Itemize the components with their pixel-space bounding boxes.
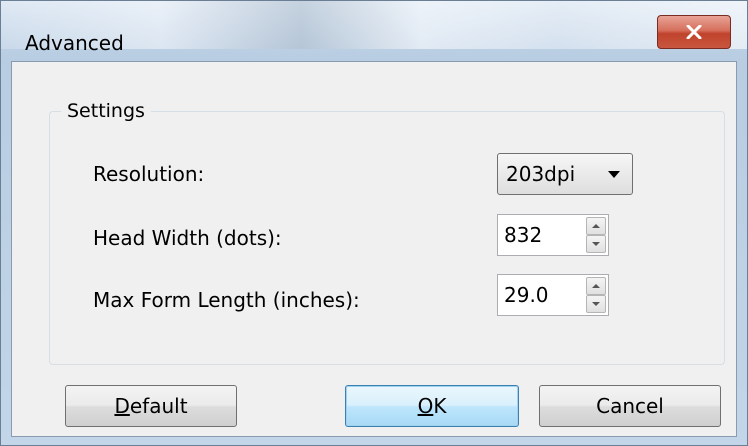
arrow-up-icon	[592, 224, 600, 228]
chevron-down-icon	[608, 171, 620, 178]
resolution-select[interactable]: 203dpi	[497, 153, 633, 195]
head-width-value: 832	[504, 223, 543, 247]
head-width-increment-button[interactable]	[586, 217, 606, 235]
max-form-length-input[interactable]: 29.0	[497, 274, 609, 316]
cancel-button[interactable]: Cancel	[539, 385, 721, 427]
window-title: Advanced	[25, 31, 124, 55]
close-x-icon	[686, 25, 702, 39]
default-button-label: Default	[114, 394, 187, 418]
max-form-length-label: Max Form Length (inches):	[93, 288, 360, 312]
head-width-decrement-button[interactable]	[586, 235, 606, 253]
ok-button-label: OK	[418, 394, 447, 418]
default-button[interactable]: Default	[65, 385, 237, 427]
ok-button-label-rest: K	[433, 394, 447, 418]
ok-button-mnemonic: O	[417, 394, 434, 418]
arrow-down-icon	[592, 242, 600, 246]
head-width-input[interactable]: 832	[497, 214, 609, 256]
head-width-spinner	[586, 217, 606, 253]
arrow-down-icon	[592, 302, 600, 306]
settings-group-label: Settings	[61, 98, 151, 124]
head-width-label: Head Width (dots):	[93, 226, 282, 250]
resolution-select-value: 203dpi	[506, 162, 576, 186]
ok-button[interactable]: OK	[345, 385, 519, 427]
close-button[interactable]	[657, 15, 731, 49]
advanced-dialog-window: Advanced Settings Resolution: 203dpi Hea…	[0, 0, 748, 446]
default-button-label-rest: efault	[129, 394, 188, 418]
arrow-up-icon	[592, 284, 600, 288]
title-bar[interactable]: Advanced	[1, 1, 747, 55]
max-form-length-value: 29.0	[504, 283, 549, 307]
max-form-length-increment-button[interactable]	[586, 277, 606, 295]
cancel-button-label: Cancel	[596, 394, 664, 418]
max-form-length-decrement-button[interactable]	[586, 295, 606, 313]
default-button-mnemonic: D	[114, 394, 130, 418]
max-form-length-spinner	[586, 277, 606, 313]
resolution-label: Resolution:	[93, 162, 205, 186]
